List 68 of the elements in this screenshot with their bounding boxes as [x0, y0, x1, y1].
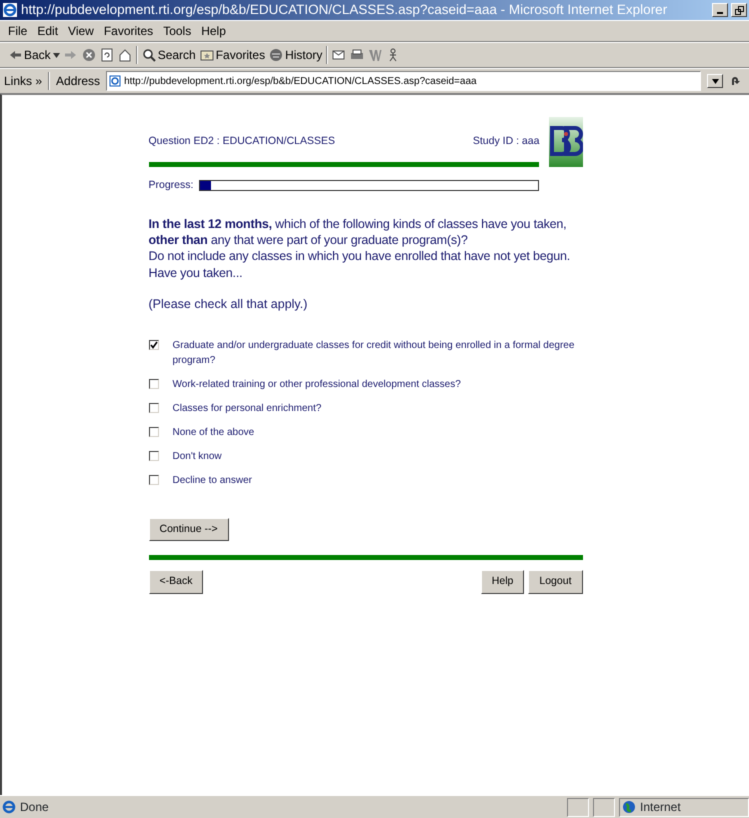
checkbox[interactable] [148, 402, 158, 412]
checkbox[interactable] [148, 340, 158, 350]
status-pane [567, 798, 589, 816]
menu-item[interactable]: Tools [163, 22, 192, 40]
checkbox[interactable] [148, 450, 158, 460]
minimize-button[interactable] [712, 3, 728, 17]
status-pane [593, 798, 615, 816]
checkbox[interactable] [148, 426, 158, 436]
browser-icon [2, 800, 16, 814]
lead-in-text: Have you taken... [148, 264, 244, 281]
globe-icon [622, 800, 636, 814]
globe-icon [269, 48, 284, 62]
caret-icon [712, 78, 718, 84]
stop-button[interactable] [82, 48, 96, 62]
window-title: http://pubdevelopment.rti.org/esp/b&b/EDUCATION/CLASSES.asp?caseid=aaa - Microsoft Internet Explorer [21, 0, 668, 19]
back-button[interactable]: Back [8, 46, 60, 64]
edit-icon [368, 48, 382, 62]
menu-item[interactable]: File [8, 22, 28, 40]
dropdown-button[interactable] [707, 74, 723, 88]
status-text: Done [20, 799, 49, 816]
hint-text: (Please check all that apply.) [148, 296, 308, 313]
zone-text: Internet [640, 799, 681, 816]
page-icon [109, 75, 122, 87]
favorites-button[interactable]: Favorites [200, 46, 266, 64]
logout-button[interactable]: Logout [528, 570, 582, 594]
option-label: Don't know [172, 450, 222, 464]
option-label: Graduate and/or undergraduate classes for credit without being enrolled in a formal degree program? [172, 338, 576, 368]
address-field[interactable]: http://pubdevelopment.rti.org/esp/b&b/EDUCATION/CLASSES.asp?caseid=aaa [106, 71, 701, 91]
home-button[interactable] [118, 48, 132, 62]
back-button[interactable]: <-Back [148, 570, 204, 594]
forward-arrow-icon [64, 48, 78, 62]
option-label: Work-related training or other professional development classes? [172, 378, 461, 392]
history-button[interactable]: History [269, 46, 322, 64]
checkbox[interactable] [148, 474, 158, 484]
help-button[interactable]: Help [480, 570, 524, 594]
printer-button[interactable] [350, 48, 364, 62]
progress-label: Progress: [148, 178, 194, 193]
option-label: None of the above [172, 426, 254, 440]
mail-icon [332, 48, 346, 62]
refresh-button[interactable] [100, 48, 114, 62]
address-label: Address [56, 73, 100, 90]
restore-button[interactable] [731, 3, 747, 17]
menu-item[interactable]: Help [201, 22, 226, 40]
search-button[interactable]: Search [142, 46, 196, 64]
question-text: In the last 12 months, which of the following kinds of classes have you taken, other than any that were part of your graduate program(s)? [148, 216, 568, 248]
stop-icon [82, 48, 96, 62]
option-label: Decline to answer [172, 474, 252, 488]
caret-icon [52, 52, 60, 58]
printer-icon [350, 48, 364, 62]
question-id: Question ED2 : EDUCATION/CLASSES [148, 134, 336, 149]
continue-button[interactable]: Continue --> [148, 518, 229, 542]
back-arrow-icon [8, 48, 22, 62]
refresh-icon [100, 48, 114, 62]
restore-icon [734, 6, 744, 14]
mail-button[interactable] [332, 48, 346, 62]
menu-item[interactable]: Edit [37, 22, 58, 40]
study-id: Study ID : aaa [472, 134, 540, 149]
instruction-text: Do not include any classes in which you have enrolled that have not yet begun. [148, 248, 571, 264]
folder-icon [200, 48, 214, 62]
menu-item[interactable]: Favorites [104, 22, 154, 40]
search-icon [142, 48, 156, 62]
browser-icon [2, 2, 18, 18]
go-arrow-icon[interactable] [729, 74, 741, 88]
links-button[interactable]: Links » [4, 72, 42, 90]
checkbox[interactable] [148, 378, 158, 388]
menu-item[interactable]: View [68, 22, 94, 40]
option-label: Classes for personal enrichment? [172, 402, 322, 416]
home-icon [118, 48, 132, 62]
